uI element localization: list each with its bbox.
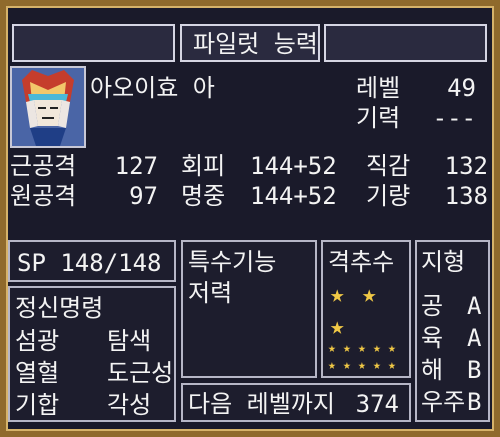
stat-value-ranged: 97 bbox=[129, 182, 158, 210]
stat-value-intuition: 132 bbox=[444, 152, 488, 180]
morale-value: --- bbox=[432, 104, 476, 132]
stat-value-accuracy: 144+52 bbox=[250, 182, 337, 210]
small-star-10: ★ bbox=[388, 358, 396, 373]
stat-label-ranged: 원공격 bbox=[10, 182, 77, 210]
next-level-panel: 다음 레벨까지 374 bbox=[181, 383, 411, 422]
small-star-1: ★ bbox=[328, 341, 336, 356]
stat-label-evasion: 회피 bbox=[181, 152, 226, 180]
header-left-panel bbox=[12, 24, 175, 62]
spirit-panel: 정신명령 섬광 탐색 열혈 도근성 기합 각성 bbox=[8, 286, 176, 422]
small-star-9: ★ bbox=[373, 358, 381, 373]
small-star-4: ★ bbox=[373, 341, 381, 356]
header-title-panel: 파일럿 능력 bbox=[180, 24, 320, 62]
stat-label-melee: 근공격 bbox=[10, 152, 77, 180]
stat-value-melee: 127 bbox=[114, 152, 158, 180]
shootdown-panel: 격추수 ★ ★ ★ ★ ★ ★ ★ ★ ★ ★ ★ ★ ★ bbox=[321, 240, 411, 378]
level-value: 49 bbox=[447, 74, 476, 102]
spirit-command-2-1: 열혈 bbox=[15, 359, 60, 387]
shootdown-title: 격추수 bbox=[328, 248, 395, 276]
spirit-command-3-2: 각성 bbox=[107, 391, 152, 419]
next-level-value: 374 bbox=[355, 390, 399, 418]
special-skill-title: 특수기능 bbox=[188, 248, 277, 276]
stat-label-skill: 기량 bbox=[366, 182, 411, 210]
terrain-title: 지형 bbox=[421, 248, 466, 276]
pilot-portrait bbox=[10, 66, 86, 148]
spirit-command-2-2: 도근성 bbox=[107, 359, 174, 387]
next-level-label: 다음 레벨까지 bbox=[188, 390, 335, 418]
sp-text: SP 148/148 bbox=[17, 249, 162, 277]
pilot-name: 아오이효 아 bbox=[90, 74, 215, 102]
small-star-5: ★ bbox=[388, 341, 396, 356]
small-star-3: ★ bbox=[358, 341, 366, 356]
small-star-2: ★ bbox=[343, 341, 351, 356]
large-star-1: ★ bbox=[330, 280, 345, 308]
terrain-label-air: 공 bbox=[421, 292, 444, 320]
spirit-command-3-1: 기합 bbox=[15, 391, 60, 419]
level-label: 레벨 bbox=[356, 74, 401, 102]
terrain-value-sea: B bbox=[467, 356, 482, 384]
terrain-value-land: A bbox=[467, 324, 482, 352]
terrain-label-land: 육 bbox=[421, 324, 444, 352]
page-title: 파일럿 능력 bbox=[193, 30, 318, 58]
stat-label-accuracy: 명중 bbox=[181, 182, 226, 210]
small-star-6: ★ bbox=[328, 358, 336, 373]
terrain-value-air: A bbox=[467, 292, 482, 320]
stat-value-skill: 138 bbox=[444, 182, 488, 210]
stat-value-evasion: 144+52 bbox=[250, 152, 337, 180]
small-star-8: ★ bbox=[358, 358, 366, 373]
terrain-label-sea: 해 bbox=[421, 356, 444, 384]
terrain-value-space: B bbox=[467, 388, 482, 416]
terrain-label-space: 우주 bbox=[421, 388, 466, 416]
special-skill-value: 저력 bbox=[188, 279, 233, 307]
pilot-info-panel: 아오이효 아 레벨 49 기력 --- bbox=[88, 66, 488, 148]
stat-label-intuition: 직감 bbox=[366, 152, 411, 180]
spirit-title: 정신명령 bbox=[15, 294, 104, 322]
small-star-7: ★ bbox=[343, 358, 351, 373]
spirit-command-1-1: 섬광 bbox=[15, 327, 60, 355]
terrain-panel: 지형 공 A 육 A 해 B 우주 B bbox=[415, 240, 490, 422]
morale-label: 기력 bbox=[356, 104, 401, 132]
spirit-command-1-2: 탐색 bbox=[107, 327, 152, 355]
header-right-panel bbox=[324, 24, 487, 62]
stats-panel: 근공격 127 원공격 97 회피 144+52 명중 144+52 직감 13… bbox=[8, 152, 490, 230]
special-skill-panel: 특수기능 저력 bbox=[181, 240, 317, 378]
sp-panel: SP 148/148 bbox=[8, 240, 176, 282]
pilot-portrait-image bbox=[12, 68, 84, 146]
large-star-3: ★ bbox=[330, 312, 345, 340]
large-star-2: ★ bbox=[362, 280, 377, 308]
